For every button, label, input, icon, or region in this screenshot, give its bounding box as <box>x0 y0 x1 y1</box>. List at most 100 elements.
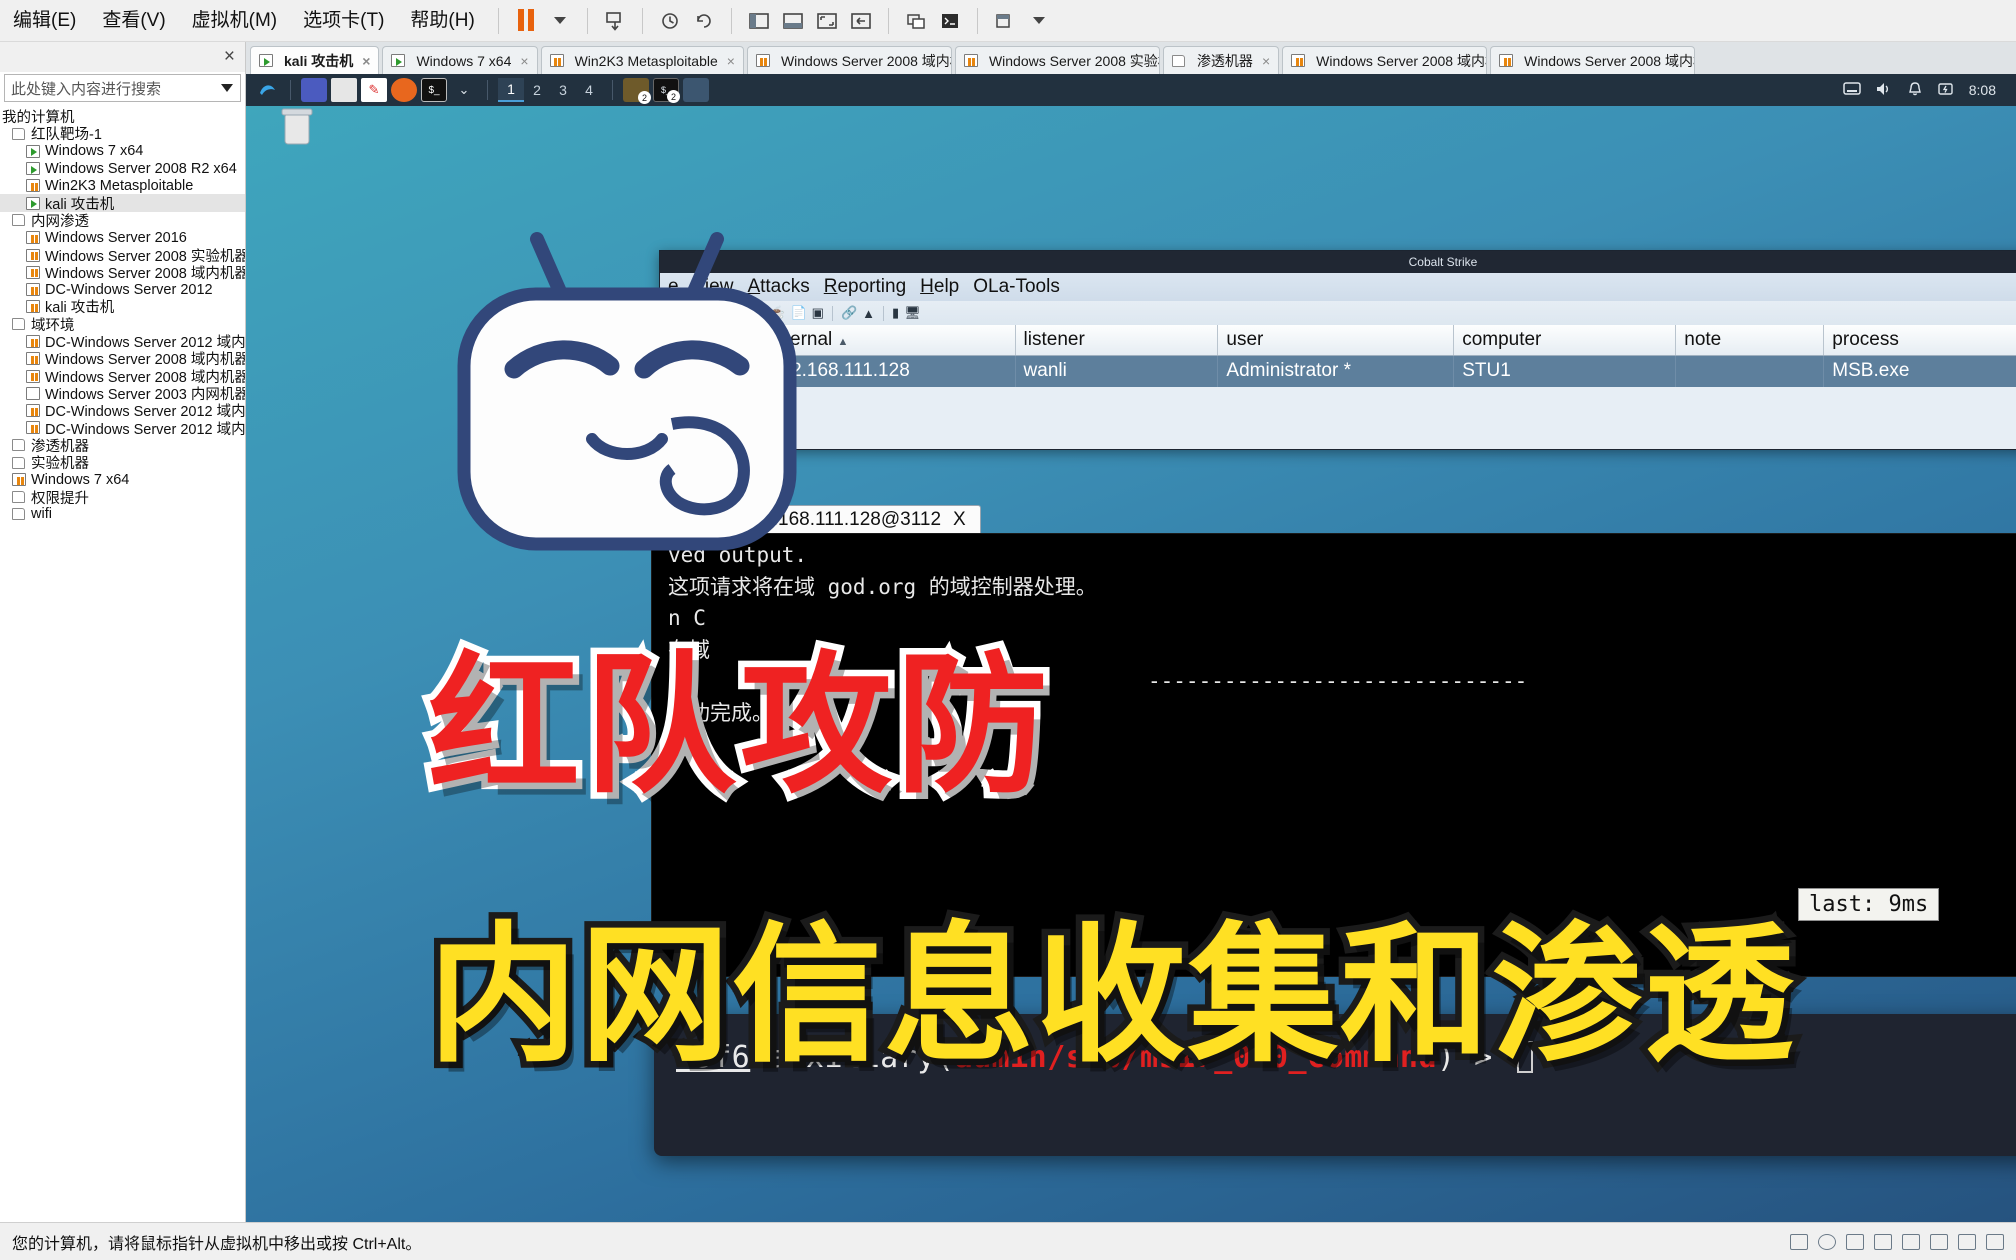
close-icon[interactable]: × <box>1262 53 1270 69</box>
xterm-icon[interactable]: $_ <box>421 78 447 102</box>
tree-item[interactable]: Windows Server 2003 内网机器 <box>0 385 245 402</box>
close-icon[interactable]: X <box>953 509 966 531</box>
search-input[interactable]: 此处键入内容进行搜索 <box>4 74 241 102</box>
chevron-down-icon[interactable] <box>543 5 577 37</box>
pause-icon[interactable] <box>509 5 543 37</box>
kali-menu-icon[interactable] <box>254 78 280 102</box>
col-listener[interactable]: listener <box>1015 325 1219 356</box>
tree-item[interactable]: 渗透机器 <box>0 437 245 454</box>
tree-item[interactable]: 实验机器 <box>0 454 245 471</box>
menu-vm[interactable]: 虚拟机(M) <box>179 0 290 42</box>
close-icon[interactable]: × <box>520 53 528 69</box>
volume-icon[interactable] <box>1875 81 1893 100</box>
usb-icon[interactable] <box>1874 1233 1892 1250</box>
col-user[interactable]: user <box>1217 325 1455 356</box>
vm-tab[interactable]: Windows Server 2008 实验机器× <box>954 46 1160 74</box>
console-icon[interactable] <box>933 5 967 37</box>
snapshot-icon[interactable] <box>598 5 632 37</box>
tree-item[interactable]: Windows 7 x64 <box>0 471 245 488</box>
vm-tab[interactable]: kali 攻击机 × <box>250 46 380 74</box>
chevron-down-icon[interactable]: ⌄ <box>451 78 477 102</box>
clock[interactable]: 8:08 <box>1969 82 1996 98</box>
tree-root[interactable]: 我的计算机 <box>0 108 245 125</box>
menu-reporting[interactable]: Reporting <box>824 276 906 298</box>
vm-tab[interactable]: Windows Server 2008 域内机器× <box>746 46 952 74</box>
layout-menu-icon[interactable] <box>988 5 1022 37</box>
col-process[interactable]: process <box>1823 325 2016 356</box>
close-icon[interactable]: × <box>727 53 735 69</box>
tree-item[interactable]: 红队靶场-1 <box>0 125 245 143</box>
files-icon[interactable] <box>331 78 357 102</box>
tree-item[interactable]: DC-Windows Server 2012 域内机器2 <box>0 419 245 437</box>
tree-item[interactable]: Windows Server 2016 <box>0 229 245 246</box>
menu-help[interactable]: Help <box>920 276 959 298</box>
unity-icon[interactable] <box>899 5 933 37</box>
tree-item[interactable]: Windows Server 2008 域内机器2 <box>0 367 245 385</box>
layout-stretch-icon[interactable] <box>844 5 878 37</box>
table-row[interactable]: 28 192.168.111.128 wanli Administrator *… <box>660 355 2016 387</box>
tree-item[interactable]: Windows Server 2008 域内机器 <box>0 264 245 281</box>
tree-item[interactable]: kali 攻击机 <box>0 194 245 212</box>
leafpad-icon[interactable]: ✎ <box>361 78 387 102</box>
sound-icon[interactable] <box>1902 1233 1920 1250</box>
tree-item[interactable]: DC-Windows Server 2012 域内机器 <box>0 402 245 419</box>
workspace-button[interactable]: 1 <box>498 78 524 102</box>
col-note[interactable]: note <box>1675 325 1825 356</box>
settings-icon[interactable] <box>1986 1233 2004 1250</box>
tree-item[interactable]: Win2K3 Metasploitable <box>0 177 245 194</box>
firefox-icon[interactable] <box>391 78 417 102</box>
menu-view[interactable]: 查看(V) <box>89 0 178 42</box>
host-icon[interactable]: 🖥 <box>904 305 921 321</box>
screen-icon[interactable] <box>1843 81 1861 100</box>
hdd-icon[interactable] <box>1790 1233 1808 1250</box>
tree-item[interactable]: Windows Server 2008 R2 x64 <box>0 160 245 177</box>
tree-item[interactable]: 内网渗透 <box>0 212 245 229</box>
chevron-down-icon-2[interactable] <box>1022 5 1056 37</box>
menu-help[interactable]: 帮助(H) <box>397 0 487 42</box>
printer-icon[interactable] <box>1930 1233 1948 1250</box>
vm-tab[interactable]: 渗透机器 × <box>1162 46 1280 74</box>
cd-icon[interactable] <box>1818 1233 1836 1250</box>
console-icon[interactable]: ▣ <box>812 305 824 321</box>
workspace-button[interactable]: 2 <box>524 78 550 102</box>
bell-icon[interactable] <box>1907 81 1923 100</box>
vm-tab[interactable]: Windows 7 x64 × <box>382 46 538 74</box>
target-icon[interactable]: ▮ <box>892 305 899 321</box>
workspace-button[interactable]: 4 <box>576 78 602 102</box>
tree-item[interactable]: DC-Windows Server 2012 域内机器 <box>0 333 245 350</box>
menu-tabs[interactable]: 选项卡(T) <box>290 0 397 42</box>
layout-bottom-icon[interactable] <box>776 5 810 37</box>
col-computer[interactable]: computer <box>1453 325 1677 356</box>
task-window-2[interactable]: $_ 2 <box>653 78 680 103</box>
vm-tab[interactable]: Win2K3 Metasploitable × <box>540 46 744 74</box>
tree-item[interactable]: 权限提升 <box>0 489 245 506</box>
terminal-icon[interactable] <box>301 78 327 102</box>
tree-item[interactable]: 域环境 <box>0 316 245 333</box>
tree-item[interactable]: DC-Windows Server 2012 <box>0 281 245 298</box>
task-window-1[interactable]: 2 <box>623 78 651 104</box>
restore-icon[interactable] <box>687 5 721 37</box>
close-icon[interactable]: × <box>362 53 370 69</box>
vm-tab[interactable]: Windows Server 2008 域内机器× <box>1490 46 1696 74</box>
tree-item[interactable]: Windows 7 x64 <box>0 143 245 160</box>
vm-tab[interactable]: Windows Server 2008 域内机...× <box>1282 46 1488 74</box>
desktop-trash-icon[interactable] <box>268 102 326 153</box>
close-icon[interactable]: × <box>224 46 235 68</box>
layout-sidebar-icon[interactable] <box>742 5 776 37</box>
workspace-button[interactable]: 3 <box>550 78 576 102</box>
upload-icon[interactable]: ▲ <box>862 306 875 321</box>
chevron-down-icon[interactable] <box>221 84 233 92</box>
history-icon[interactable] <box>653 5 687 37</box>
tree-item[interactable]: Windows Server 2008 域内机器 <box>0 350 245 367</box>
menu-ola-tools[interactable]: OLa-Tools <box>973 276 1060 298</box>
tree-item[interactable]: Windows Server 2008 实验机器 <box>0 246 245 264</box>
menu-edit[interactable]: 编辑(E) <box>0 0 89 42</box>
task-window-3[interactable] <box>683 78 709 102</box>
layout-full-icon[interactable] <box>810 5 844 37</box>
tree-item[interactable]: wifi <box>0 506 245 523</box>
chain-icon[interactable]: 🔗 <box>841 305 857 321</box>
tree-item[interactable]: kali 攻击机 <box>0 298 245 316</box>
display-icon[interactable] <box>1958 1233 1976 1250</box>
network-icon[interactable] <box>1846 1233 1864 1250</box>
battery-icon[interactable] <box>1937 81 1955 100</box>
